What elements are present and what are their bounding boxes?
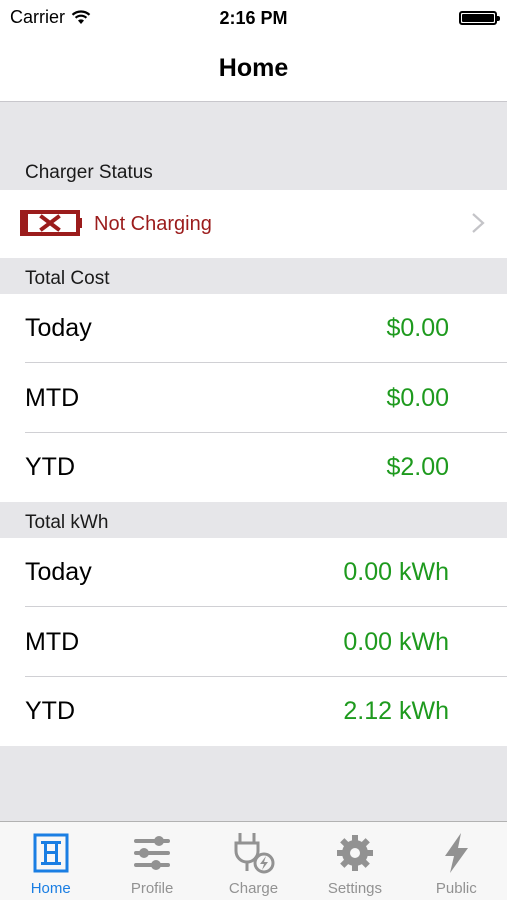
- tab-label: Settings: [327, 880, 383, 897]
- total-cost-row-today: Today $0.00: [0, 294, 507, 363]
- gear-icon: [333, 830, 377, 876]
- row-value: 0.00 kWh: [343, 627, 449, 656]
- home-icon: [29, 830, 73, 876]
- tab-home[interactable]: Home: [0, 822, 101, 900]
- row-label: Today: [25, 314, 92, 342]
- charger-status-text: Not Charging: [94, 212, 212, 235]
- tab-profile[interactable]: Profile: [101, 822, 202, 900]
- battery-icon: [459, 11, 500, 25]
- plug-icon: [232, 830, 276, 876]
- page-title: Home: [218, 54, 289, 82]
- tab-public[interactable]: Public: [406, 822, 507, 900]
- total-cost-header-label: Total Cost: [25, 268, 110, 289]
- lightning-icon: [434, 830, 478, 876]
- wifi-icon: [71, 10, 91, 24]
- row-label: Today: [25, 558, 92, 586]
- clock: 2:16 PM: [219, 7, 288, 28]
- total-kwh-header: Total kWh: [0, 502, 507, 538]
- row-label: MTD: [25, 383, 80, 412]
- total-kwh-header-label: Total kWh: [25, 512, 109, 533]
- charger-status-row[interactable]: Not Charging: [0, 190, 507, 258]
- chevron-right-icon: [472, 213, 485, 233]
- total-kwh-row-ytd: YTD 2.12 kWh: [0, 677, 507, 746]
- total-kwh-row-today: Today 0.00 kWh: [0, 538, 507, 607]
- charger-status-header: Charger Status: [0, 152, 507, 186]
- carrier-label: Carrier: [10, 7, 66, 27]
- row-value: $0.00: [386, 314, 449, 342]
- tab-charge[interactable]: Charge: [203, 822, 304, 900]
- total-cost-header: Total Cost: [0, 258, 507, 294]
- tab-label: Profile: [130, 880, 174, 897]
- total-cost-row-mtd: MTD $0.00: [0, 363, 507, 433]
- navigation-bar: Home: [0, 36, 507, 102]
- charger-status-header-label: Charger Status: [25, 162, 153, 183]
- status-bar: Carrier 2:16 PM: [0, 0, 507, 36]
- row-value: $0.00: [386, 383, 449, 412]
- tab-label: Home: [30, 880, 71, 897]
- battery-error-icon: [20, 210, 82, 236]
- sliders-icon: [130, 830, 174, 876]
- tab-settings[interactable]: Settings: [304, 822, 405, 900]
- tab-bar: Home Profile Charge Settings Public: [0, 821, 507, 900]
- total-cost-row-ytd: YTD $2.00: [0, 433, 507, 502]
- row-value: $2.00: [386, 453, 449, 481]
- row-label: MTD: [25, 627, 80, 656]
- carrier-indicator: Carrier: [10, 7, 91, 28]
- row-value: 0.00 kWh: [343, 558, 449, 586]
- total-kwh-row-mtd: MTD 0.00 kWh: [0, 607, 507, 677]
- tab-label: Public: [435, 880, 477, 897]
- row-label: YTD: [25, 453, 75, 481]
- row-value: 2.12 kWh: [343, 697, 449, 725]
- tab-label: Charge: [228, 880, 279, 897]
- row-label: YTD: [25, 697, 75, 725]
